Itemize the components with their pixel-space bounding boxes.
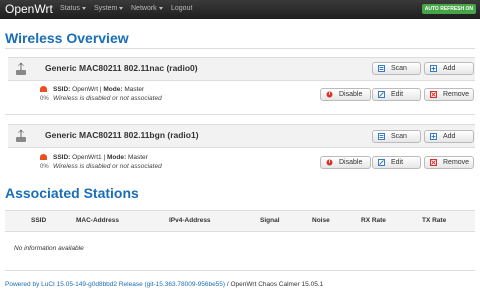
edit-button[interactable]: Edit xyxy=(372,88,421,101)
column-header-ssid: SSID xyxy=(31,217,47,224)
disable-button[interactable]: Disable xyxy=(320,156,371,169)
scan-button-label: Scan xyxy=(391,65,407,72)
nav-logout-link[interactable]: Logout xyxy=(171,5,192,12)
mode-value: Master xyxy=(127,154,148,161)
network-info: SSID: OpenWrt1 | Mode: Master Wireless i… xyxy=(53,153,162,171)
auto-refresh-badge[interactable]: AUTO REFRESH ON xyxy=(421,4,476,14)
firmware-version: / OpenWrt Chaos Calmer 15.05.1 xyxy=(225,281,324,288)
ssid-value: OpenWrt xyxy=(72,86,99,93)
stations-table-header: SSID MAC-Address IPv4-Address Signal Noi… xyxy=(5,210,475,232)
mode-value: Master xyxy=(124,86,145,93)
signal-icon xyxy=(40,86,47,92)
mode-label: Mode: xyxy=(103,86,123,93)
signal-indicator xyxy=(40,154,48,161)
remove-icon xyxy=(430,159,437,166)
scan-icon xyxy=(378,133,385,140)
edit-icon xyxy=(378,91,385,98)
add-button-label: Add xyxy=(443,133,456,140)
nav-system-label: System xyxy=(94,5,118,12)
title-divider xyxy=(5,48,475,49)
add-button[interactable]: Add xyxy=(424,130,474,143)
edit-button-label: Edit xyxy=(391,159,404,166)
scan-button[interactable]: Scan xyxy=(372,62,421,75)
footer: Powered by LuCI 15.05-149-g0d8bbd2 Relea… xyxy=(5,281,323,288)
network-status: Wireless is disabled or not associated xyxy=(53,95,162,102)
add-button[interactable]: Add xyxy=(424,62,474,75)
disable-button[interactable]: Disable xyxy=(320,88,371,101)
network-info: SSID: OpenWrt | Mode: Master Wireless is… xyxy=(53,85,162,103)
edit-button-label: Edit xyxy=(391,91,404,98)
disable-button-label: Disable xyxy=(339,91,363,98)
wifi-radio-icon xyxy=(16,129,26,142)
nav-network-label: Network xyxy=(131,5,157,12)
edit-button[interactable]: Edit xyxy=(372,156,421,169)
scan-icon xyxy=(378,65,385,72)
nav-network-menu[interactable]: Network xyxy=(131,5,163,12)
remove-button[interactable]: Remove xyxy=(424,88,474,101)
chevron-down-icon xyxy=(158,6,163,10)
signal-percent: 0% xyxy=(40,164,49,170)
radio-title: Generic MAC80211 802.11nac (radio0) xyxy=(45,63,198,73)
network-status: Wireless is disabled or not associated xyxy=(53,163,162,170)
remove-button-label: Remove xyxy=(443,91,470,98)
signal-icon xyxy=(40,154,47,160)
scan-button[interactable]: Scan xyxy=(372,130,421,143)
column-header-ipv4: IPv4-Address xyxy=(169,217,211,224)
disable-button-label: Disable xyxy=(339,159,363,166)
column-header-rx-rate: RX Rate xyxy=(361,217,386,224)
nav-status-label: Status xyxy=(60,5,80,12)
no-stations-message: No information available xyxy=(14,245,84,252)
chevron-down-icon xyxy=(119,6,124,10)
add-icon xyxy=(430,65,437,72)
page-title: Wireless Overview xyxy=(5,30,129,46)
top-navbar: OpenWrt Status System Network Logout AUT… xyxy=(0,0,480,19)
brand-logo[interactable]: OpenWrt xyxy=(5,2,53,16)
column-header-mac: MAC-Address xyxy=(76,217,119,224)
ssid-label: SSID: xyxy=(53,86,71,93)
nav-system-menu[interactable]: System xyxy=(94,5,124,12)
footer-divider xyxy=(5,270,475,271)
remove-button[interactable]: Remove xyxy=(424,156,474,169)
remove-button-label: Remove xyxy=(443,159,470,166)
signal-indicator xyxy=(40,86,48,93)
column-header-noise: Noise xyxy=(312,217,330,224)
scan-button-label: Scan xyxy=(391,133,407,140)
associated-stations-title: Associated Stations xyxy=(5,185,139,201)
mode-label: Mode: xyxy=(106,154,127,161)
column-header-signal: Signal xyxy=(260,217,280,224)
chevron-down-icon xyxy=(81,6,86,10)
disable-icon xyxy=(326,159,333,166)
ssid-label: SSID: xyxy=(53,154,71,161)
add-button-label: Add xyxy=(443,65,456,72)
radio-title: Generic MAC80211 802.11bgn (radio1) xyxy=(45,130,199,140)
signal-percent: 0% xyxy=(40,96,49,102)
radio-divider xyxy=(5,114,475,115)
remove-icon xyxy=(430,91,437,98)
edit-icon xyxy=(378,159,385,166)
column-header-tx-rate: TX Rate xyxy=(422,217,447,224)
wifi-radio-icon xyxy=(16,62,26,75)
ssid-value: OpenWrt1 xyxy=(72,154,102,161)
add-icon xyxy=(430,133,437,140)
luci-version-link[interactable]: Powered by LuCI 15.05-149-g0d8bbd2 Relea… xyxy=(5,281,225,288)
nav-status-menu[interactable]: Status xyxy=(60,5,86,12)
disable-icon xyxy=(326,91,333,98)
